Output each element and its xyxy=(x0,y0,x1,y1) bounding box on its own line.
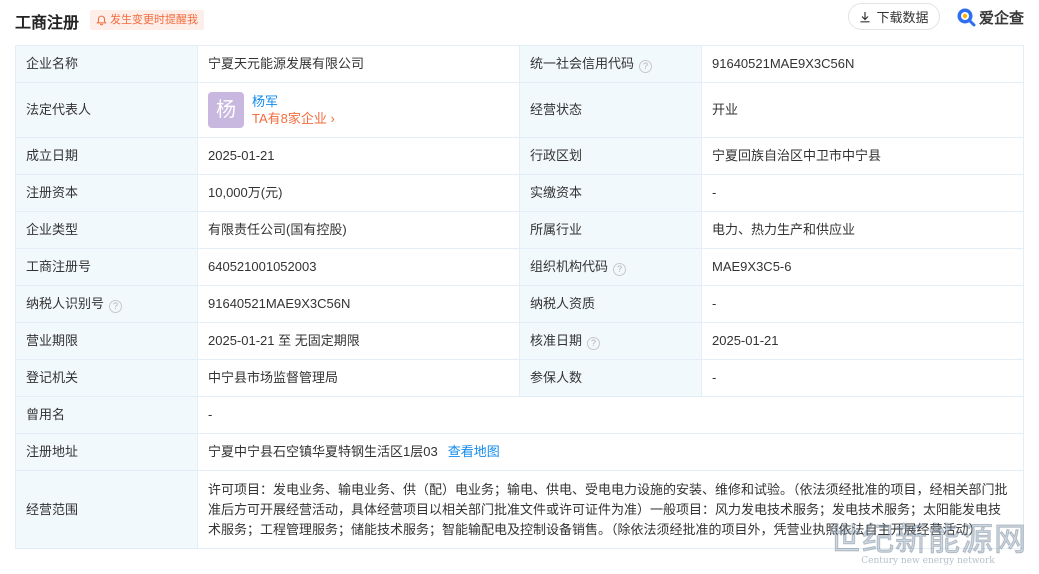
label-credit-code-text: 统一社会信用代码 xyxy=(530,56,635,71)
bell-icon xyxy=(96,15,107,25)
section-title: 工商注册 xyxy=(15,15,80,32)
value-credit-code: 91640521MAE9X3C56N xyxy=(701,45,1024,83)
section-header: 工商注册 发生变更时提醒我 下载数据 爱企查 xyxy=(15,0,1025,40)
value-org-code: MAE9X3C5-6 xyxy=(701,248,1024,286)
help-icon[interactable]: ? xyxy=(613,263,627,276)
table-row: 登记机关 中宁县市场监督管理局 参保人数 - xyxy=(15,359,1024,397)
aiqicha-logo-icon xyxy=(957,8,976,27)
table-row: 成立日期 2025-01-21 行政区划 宁夏回族自治区中卫市中宁县 xyxy=(15,137,1024,175)
brand-logo[interactable]: 爱企查 xyxy=(956,5,1024,29)
label-taxpayer-id: 纳税人识别号? xyxy=(15,285,198,323)
label-org-code-text: 组织机构代码 xyxy=(530,259,609,274)
view-map-link[interactable]: 查看地图 xyxy=(448,444,500,459)
value-registration-number: 640521001052003 xyxy=(197,248,520,286)
table-row: 纳税人识别号? 91640521MAE9X3C56N 纳税人资质 - xyxy=(15,285,1024,323)
value-registered-address: 宁夏中宁县石空镇华夏特钢生活区1层03 查看地图 xyxy=(197,433,1024,471)
label-legal-rep: 法定代表人 xyxy=(15,82,198,138)
value-status: 开业 xyxy=(701,82,1024,138)
label-registration-number: 工商注册号 xyxy=(15,248,198,286)
label-region: 行政区划 xyxy=(519,137,702,175)
value-industry: 电力、热力生产和供应业 xyxy=(701,211,1024,249)
business-registration-table: 企业名称 宁夏天元能源发展有限公司 统一社会信用代码? 91640521MAE9… xyxy=(15,45,1024,549)
download-icon xyxy=(860,11,870,22)
value-business-term: 2025-01-21 至 无固定期限 xyxy=(197,322,520,360)
registered-address-text: 宁夏中宁县石空镇华夏特钢生活区1层03 xyxy=(208,444,438,459)
table-row: 曾用名 - xyxy=(15,396,1024,434)
label-registered-capital: 注册资本 xyxy=(15,174,198,212)
legal-rep-companies-text: TA有8家企业 xyxy=(252,111,327,126)
table-row: 注册地址 宁夏中宁县石空镇华夏特钢生活区1层03 查看地图 xyxy=(15,433,1024,471)
change-remind-button[interactable]: 发生变更时提醒我 xyxy=(90,10,204,30)
table-row: 企业类型 有限责任公司(国有控股) 所属行业 电力、热力生产和供应业 xyxy=(15,211,1024,249)
value-insured-count: - xyxy=(701,359,1024,397)
avatar: 杨 xyxy=(208,92,244,128)
value-founded-date: 2025-01-21 xyxy=(197,137,520,175)
label-status: 经营状态 xyxy=(519,82,702,138)
label-taxpayer-id-text: 纳税人识别号 xyxy=(26,296,105,311)
label-business-scope: 经营范围 xyxy=(15,470,198,549)
brand-name: 爱企查 xyxy=(979,9,1025,27)
label-business-term: 营业期限 xyxy=(15,322,198,360)
value-region: 宁夏回族自治区中卫市中宁县 xyxy=(701,137,1024,175)
value-registered-capital: 10,000万(元) xyxy=(197,174,520,212)
change-remind-label: 发生变更时提醒我 xyxy=(110,14,198,26)
label-approval-date: 核准日期? xyxy=(519,322,702,360)
help-icon[interactable]: ? xyxy=(109,300,123,313)
label-org-code: 组织机构代码? xyxy=(519,248,702,286)
label-insured-count: 参保人数 xyxy=(519,359,702,397)
value-company-type: 有限责任公司(国有控股) xyxy=(197,211,520,249)
value-legal-rep: 杨 杨军 TA有8家企业 › xyxy=(197,82,520,138)
table-row: 营业期限 2025-01-21 至 无固定期限 核准日期? 2025-01-21 xyxy=(15,322,1024,360)
legal-rep-name-link[interactable]: 杨军 xyxy=(252,93,335,110)
value-approval-date: 2025-01-21 xyxy=(701,322,1024,360)
download-data-button[interactable]: 下载数据 xyxy=(848,3,940,30)
table-row: 企业名称 宁夏天元能源发展有限公司 统一社会信用代码? 91640521MAE9… xyxy=(15,45,1024,83)
value-taxpayer-qualification: - xyxy=(701,285,1024,323)
value-paid-capital: - xyxy=(701,174,1024,212)
help-icon[interactable]: ? xyxy=(639,60,653,73)
label-registered-address: 注册地址 xyxy=(15,433,198,471)
label-credit-code: 统一社会信用代码? xyxy=(519,45,702,83)
value-former-name: - xyxy=(197,396,1024,434)
chevron-right-icon: › xyxy=(330,111,335,126)
value-registration-authority: 中宁县市场监督管理局 xyxy=(197,359,520,397)
table-row: 法定代表人 杨 杨军 TA有8家企业 › 经营状态 开业 xyxy=(15,82,1024,138)
label-company-name: 企业名称 xyxy=(15,45,198,83)
label-former-name: 曾用名 xyxy=(15,396,198,434)
label-registration-authority: 登记机关 xyxy=(15,359,198,397)
value-company-name: 宁夏天元能源发展有限公司 xyxy=(197,45,520,83)
legal-rep-companies-link[interactable]: TA有8家企业 › xyxy=(252,110,335,127)
help-icon[interactable]: ? xyxy=(587,337,601,350)
label-industry: 所属行业 xyxy=(519,211,702,249)
label-founded-date: 成立日期 xyxy=(15,137,198,175)
label-taxpayer-qualification: 纳税人资质 xyxy=(519,285,702,323)
table-row: 注册资本 10,000万(元) 实缴资本 - xyxy=(15,174,1024,212)
watermark: 世纪新能源网 Century new energy network xyxy=(828,514,1027,567)
label-company-type: 企业类型 xyxy=(15,211,198,249)
value-taxpayer-id: 91640521MAE9X3C56N xyxy=(197,285,520,323)
label-paid-capital: 实缴资本 xyxy=(519,174,702,212)
label-approval-date-text: 核准日期 xyxy=(530,333,583,348)
download-data-label: 下载数据 xyxy=(876,10,929,25)
table-row: 工商注册号 640521001052003 组织机构代码? MAE9X3C5-6 xyxy=(15,248,1024,286)
watermark-main: 世纪新能源网 xyxy=(828,520,1027,559)
